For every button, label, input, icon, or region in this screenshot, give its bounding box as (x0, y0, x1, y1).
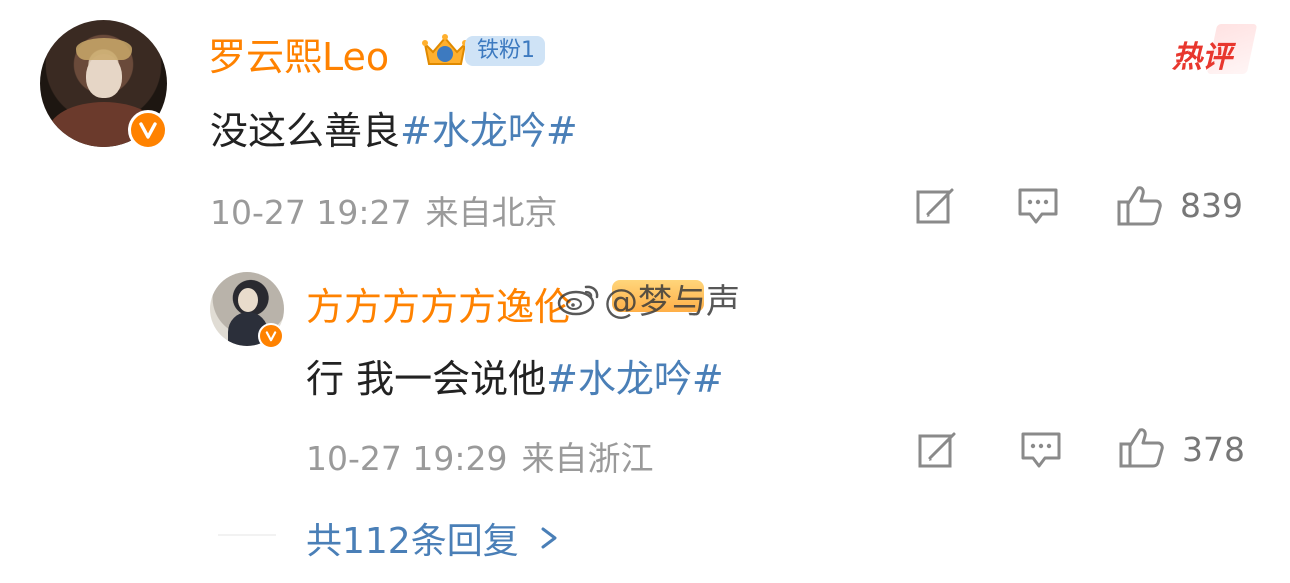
comment-body: 没这么善良 (210, 109, 401, 153)
watermark-text: @梦与声 (604, 282, 740, 322)
verified-v-icon (128, 110, 168, 150)
weibo-watermark: @梦与声 (556, 274, 740, 323)
reply-meta: 10-27 19:29 来自浙江 (306, 432, 653, 480)
comment-like-count: 839 (1180, 186, 1243, 225)
fan-badge-label: 铁粉1 (465, 36, 545, 66)
thumbs-up-icon[interactable] (1118, 426, 1166, 470)
comment-bubble-icon[interactable] (1019, 430, 1063, 470)
share-edit-icon[interactable] (914, 186, 958, 226)
comment-source: 来自北京 (425, 193, 558, 232)
reply-like-count: 378 (1182, 430, 1245, 469)
avatar-crown-shape (76, 38, 132, 60)
crown-icon (422, 34, 468, 65)
view-more-replies-link[interactable]: 共112条回复 (306, 512, 561, 564)
reply-hashtag[interactable]: #水龙吟# (546, 357, 724, 401)
comment-meta: 10-27 19:27 来自北京 (210, 186, 557, 234)
thumbs-up-icon[interactable] (1116, 184, 1164, 228)
comment-text: 没这么善良#水龙吟# (210, 100, 578, 155)
more-replies-label: 共112条回复 (306, 521, 519, 562)
commenter-username[interactable]: 罗云熙Leo (208, 26, 389, 81)
reply-source: 来自浙江 (521, 439, 654, 478)
chevron-right-icon (541, 527, 557, 549)
reply-body: 行 我一会说他 (306, 357, 547, 401)
divider (218, 534, 276, 536)
share-edit-icon[interactable] (916, 430, 960, 470)
comment-bubble-icon[interactable] (1016, 186, 1060, 226)
comment-hashtag[interactable]: #水龙吟# (400, 109, 578, 153)
verified-v-icon (258, 323, 284, 349)
reply-username[interactable]: 方方方方方逸伦 (306, 276, 572, 331)
weibo-logo-icon (557, 285, 599, 315)
reply-text: 行 我一会说他#水龙吟# (306, 348, 724, 403)
comment-time: 10-27 19:27 (210, 193, 412, 232)
avatar-face-shape (238, 288, 258, 312)
hot-comment-label: 热评 (1172, 40, 1232, 75)
reply-time: 10-27 19:29 (306, 439, 508, 478)
avatar-face-shape (86, 54, 122, 98)
fan-badge[interactable]: 铁粉1 (419, 30, 545, 72)
hot-comment-tag: 热评 (1168, 24, 1258, 75)
